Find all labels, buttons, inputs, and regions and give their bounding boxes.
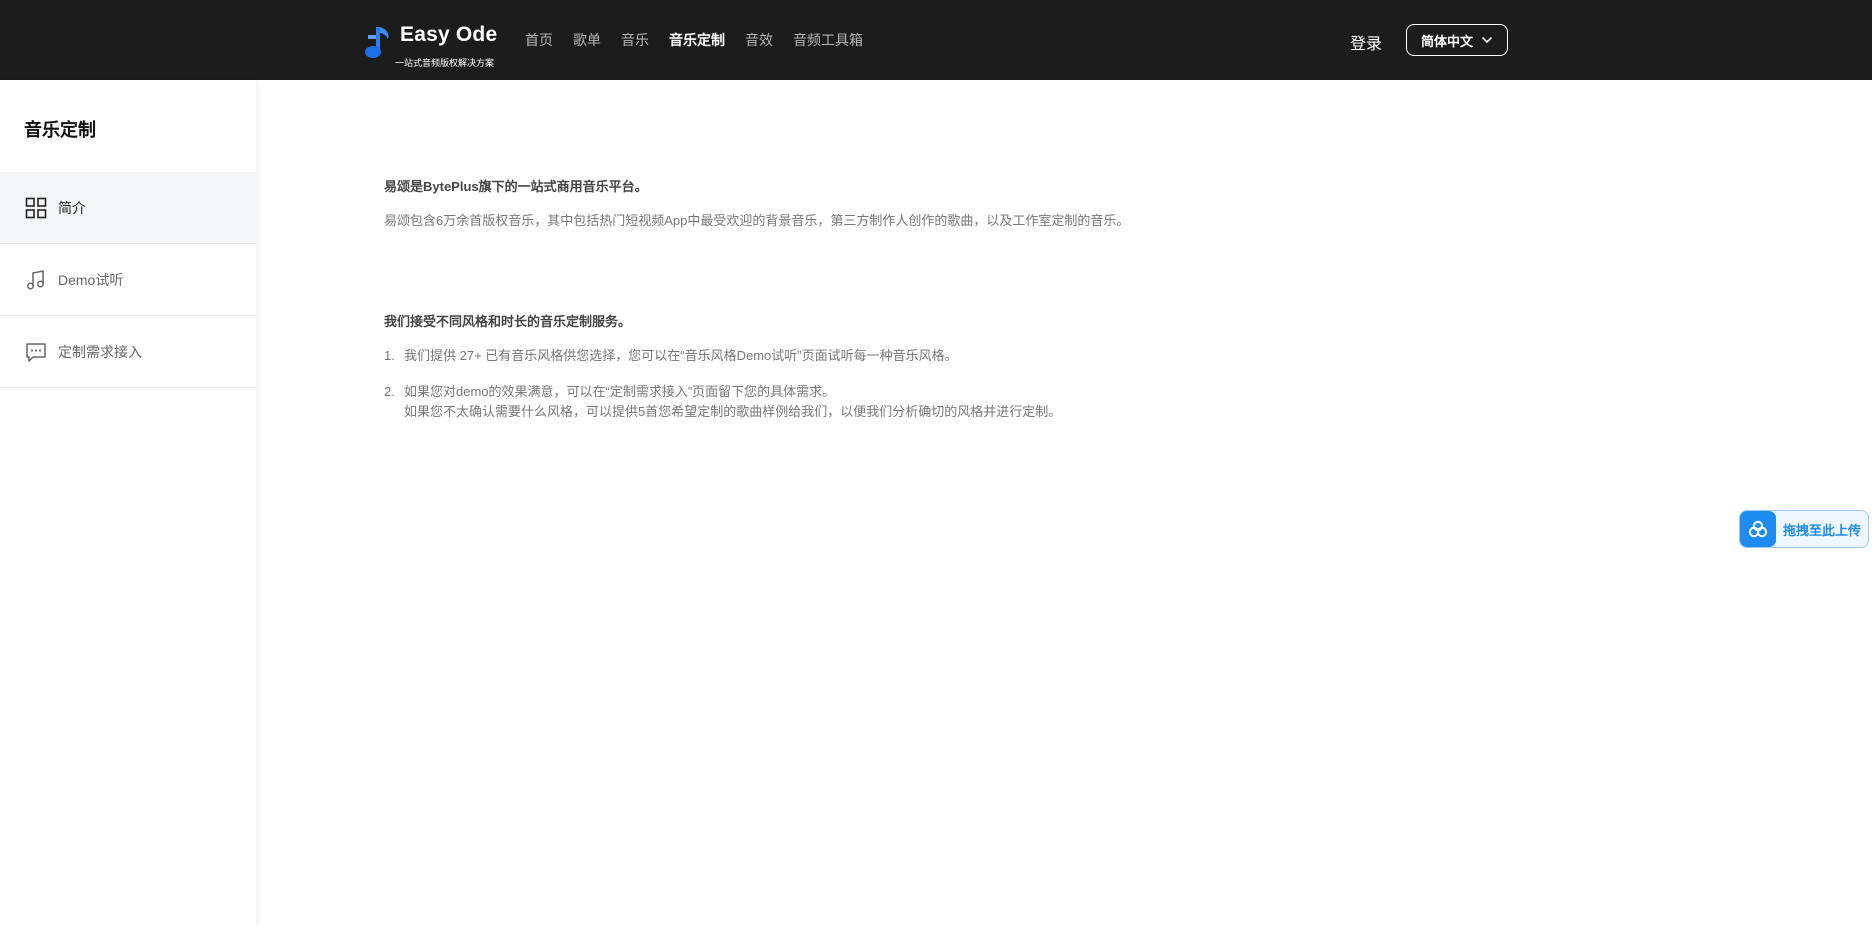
sidebar-item-custom-request[interactable]: 定制需求接入 [0, 316, 256, 388]
list-number: 1. [384, 348, 395, 363]
list-text: 如果您不太确认需要什么风格，可以提供5首您希望定制的歌曲样例给我们，以便我们分析… [404, 404, 1062, 419]
login-link[interactable]: 登录 [1350, 30, 1382, 54]
sidebar-item-demo[interactable]: Demo试听 [0, 244, 256, 316]
language-label: 简体中文 [1420, 33, 1473, 49]
list-text: 我们提供 27+ 已有音乐风格供您选择，您可以在“音乐风格Demo试听”页面试听… [404, 348, 958, 363]
chat-bubble-icon [24, 340, 48, 364]
main-nav: 首页 歌单 音乐 音乐定制 音效 音频工具箱 [525, 30, 863, 50]
music-note-icon [24, 268, 48, 292]
list-text: 如果您对demo的效果满意，可以在“定制需求接入”页面留下您的具体需求。 [404, 384, 836, 399]
nav-home[interactable]: 首页 [525, 30, 553, 50]
sidebar-item-label: 简介 [58, 199, 86, 216]
list-number: 2. [384, 384, 395, 399]
chevron-down-icon [1482, 37, 1492, 43]
sidebar-title: 音乐定制 [24, 120, 96, 140]
sidebar: 音乐定制 简介 Demo试听 定制需求接入 [0, 80, 256, 927]
sidebar-item-intro[interactable]: 简介 [0, 172, 256, 244]
cloud-upload-icon [1740, 511, 1776, 547]
intro-heading: 易颂是BytePlus旗下的一站式商用音乐平台。 [384, 179, 648, 194]
language-select[interactable]: 简体中文 [1406, 24, 1508, 56]
music-note-logo-icon [365, 27, 389, 58]
upload-label: 拖拽至此上传 [1783, 522, 1862, 538]
sidebar-item-label: Demo试听 [58, 271, 124, 288]
top-header: Easy Ode 一站式音频版权解决方案 首页 歌单 音乐 音乐定制 音效 音频… [0, 0, 1872, 80]
nav-playlists[interactable]: 歌单 [573, 30, 601, 50]
nav-music-custom[interactable]: 音乐定制 [669, 30, 725, 50]
logo-title: Easy Ode [400, 23, 498, 46]
service-heading: 我们接受不同风格和时长的音乐定制服务。 [384, 314, 632, 329]
logo[interactable]: Easy Ode 一站式音频版权解决方案 [364, 22, 500, 70]
nav-audio-toolbox[interactable]: 音频工具箱 [793, 30, 863, 50]
nav-music[interactable]: 音乐 [621, 30, 649, 50]
sidebar-item-label: 定制需求接入 [58, 343, 142, 360]
list-item: 2. 如果您对demo的效果满意，可以在“定制需求接入”页面留下您的具体需求。 … [384, 382, 1284, 422]
list-item: 1. 我们提供 27+ 已有音乐风格供您选择，您可以在“音乐风格Demo试听”页… [384, 346, 1284, 366]
main-content: 易颂是BytePlus旗下的一站式商用音乐平台。 易颂包含6万余首版权音乐，其中… [384, 176, 1284, 422]
intro-text: 易颂包含6万余首版权音乐，其中包括热门短视频App中最受欢迎的背景音乐，第三方制… [384, 213, 1130, 228]
logo-subtitle: 一站式音频版权解决方案 [395, 58, 495, 68]
upload-widget[interactable]: 拖拽至此上传 [1739, 510, 1869, 548]
nav-sound-effects[interactable]: 音效 [745, 30, 773, 50]
grid-icon [24, 196, 48, 220]
